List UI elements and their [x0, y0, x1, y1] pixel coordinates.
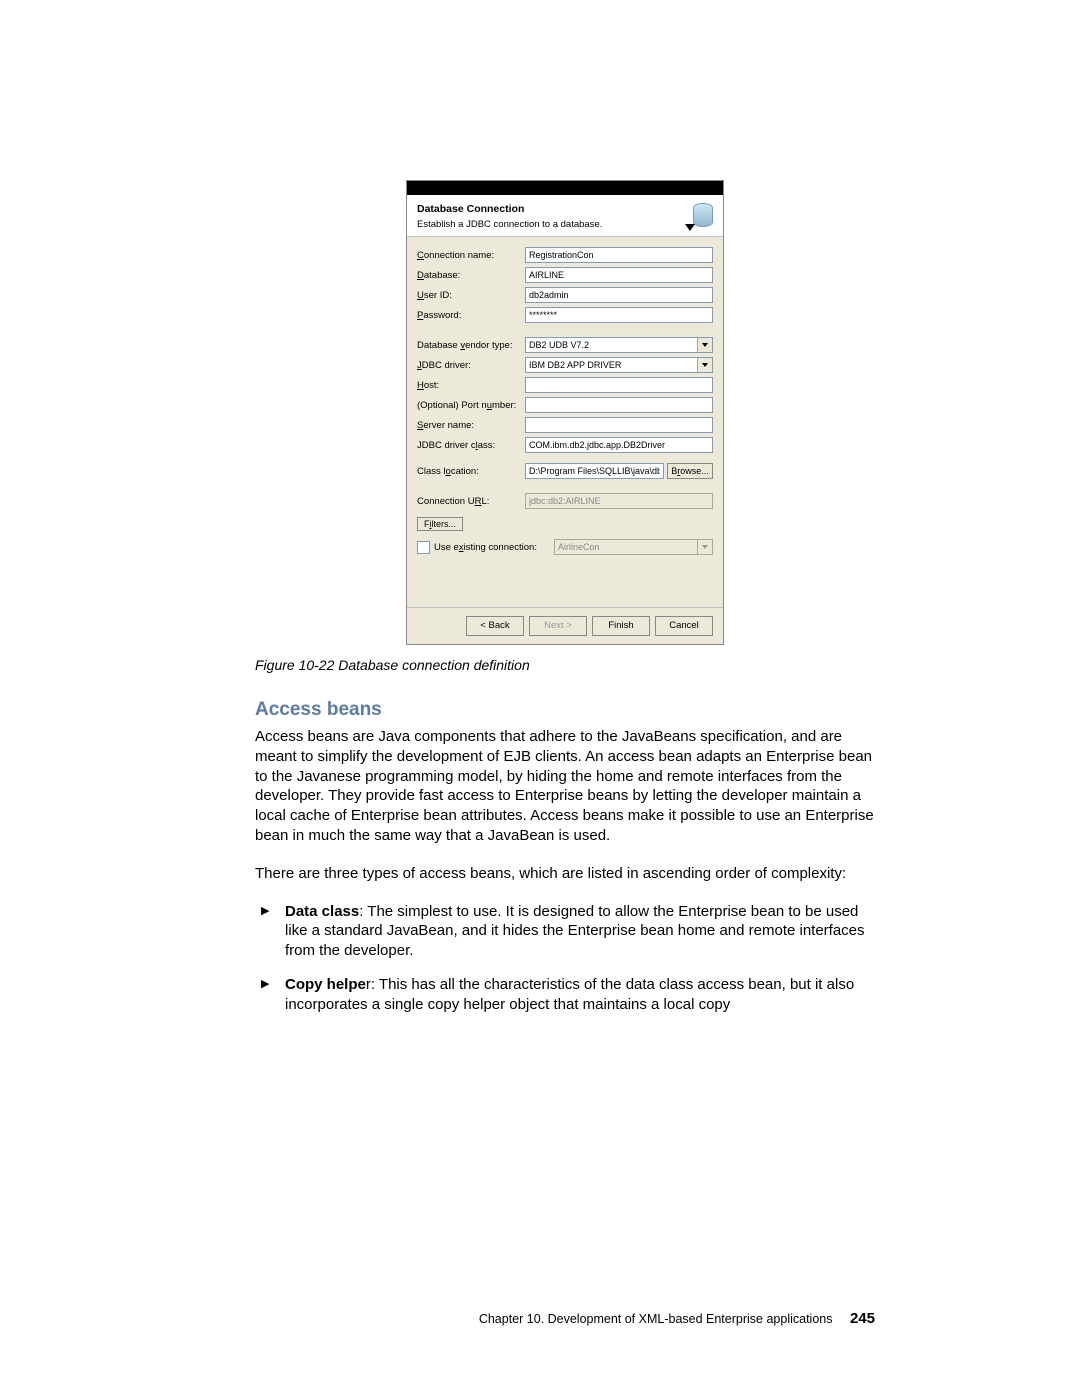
dialog-footer: < Back Next > Finish Cancel: [407, 607, 723, 644]
dialog-titlebar: [407, 181, 723, 195]
port-label: (Optional) Port number:: [417, 400, 525, 411]
userid-input[interactable]: [525, 287, 713, 303]
database-input[interactable]: [525, 267, 713, 283]
driver-class-input[interactable]: [525, 437, 713, 453]
host-label: Host:: [417, 380, 525, 391]
connection-name-input[interactable]: [525, 247, 713, 263]
userid-label: User ID:: [417, 290, 525, 301]
port-input[interactable]: [525, 397, 713, 413]
paragraph-2: There are three types of access beans, w…: [255, 864, 875, 884]
bullet-item: Data class: The simplest to use. It is d…: [255, 902, 875, 961]
connection-name-label: Connection name:: [417, 250, 525, 261]
chevron-down-icon: [697, 540, 712, 554]
use-existing-select: AirlineCon: [554, 539, 713, 555]
database-label: Database:: [417, 270, 525, 281]
jdbc-driver-label: JDBC driver:: [417, 360, 525, 371]
vendor-select[interactable]: DB2 UDB V7.2: [525, 337, 713, 353]
driver-class-label: JDBC driver class:: [417, 440, 525, 451]
back-button[interactable]: < Back: [466, 616, 524, 636]
server-input[interactable]: [525, 417, 713, 433]
class-location-label: Class location:: [417, 466, 525, 477]
browse-button[interactable]: Browse...: [667, 463, 713, 479]
section-heading: Access beans: [255, 699, 875, 721]
server-label: Server name:: [417, 420, 525, 431]
connection-url-input: [525, 493, 713, 509]
use-existing-label: Use existing connection:: [434, 542, 554, 553]
use-existing-checkbox[interactable]: [417, 541, 430, 554]
dialog-body: Connection name: Database: User ID: Pass…: [407, 237, 723, 607]
dialog-title: Database Connection: [417, 203, 602, 215]
filters-button[interactable]: Filters...: [417, 517, 463, 531]
chevron-down-icon[interactable]: [697, 358, 712, 372]
page-footer: Chapter 10. Development of XML-based Ent…: [479, 1310, 875, 1327]
jdbc-driver-select[interactable]: IBM DB2 APP DRIVER: [525, 357, 713, 373]
bullet-list: Data class: The simplest to use. It is d…: [255, 902, 875, 1015]
database-connection-dialog: Database Connection Establish a JDBC con…: [406, 180, 724, 645]
host-input[interactable]: [525, 377, 713, 393]
database-icon: [691, 203, 713, 229]
vendor-label: Database vendor type:: [417, 340, 525, 351]
password-label: Password:: [417, 310, 525, 321]
figure-caption: Figure 10-22 Database connection definit…: [255, 657, 875, 673]
password-input[interactable]: [525, 307, 713, 323]
cancel-button[interactable]: Cancel: [655, 616, 713, 636]
class-location-input[interactable]: [525, 463, 664, 479]
finish-button[interactable]: Finish: [592, 616, 650, 636]
dialog-subtitle: Establish a JDBC connection to a databas…: [417, 219, 602, 230]
chevron-down-icon[interactable]: [697, 338, 712, 352]
connection-url-label: Connection URL:: [417, 496, 525, 507]
dialog-header: Database Connection Establish a JDBC con…: [407, 195, 723, 237]
paragraph-1: Access beans are Java components that ad…: [255, 727, 875, 846]
bullet-item: Copy helper: This has all the characteri…: [255, 975, 875, 1015]
next-button: Next >: [529, 616, 587, 636]
